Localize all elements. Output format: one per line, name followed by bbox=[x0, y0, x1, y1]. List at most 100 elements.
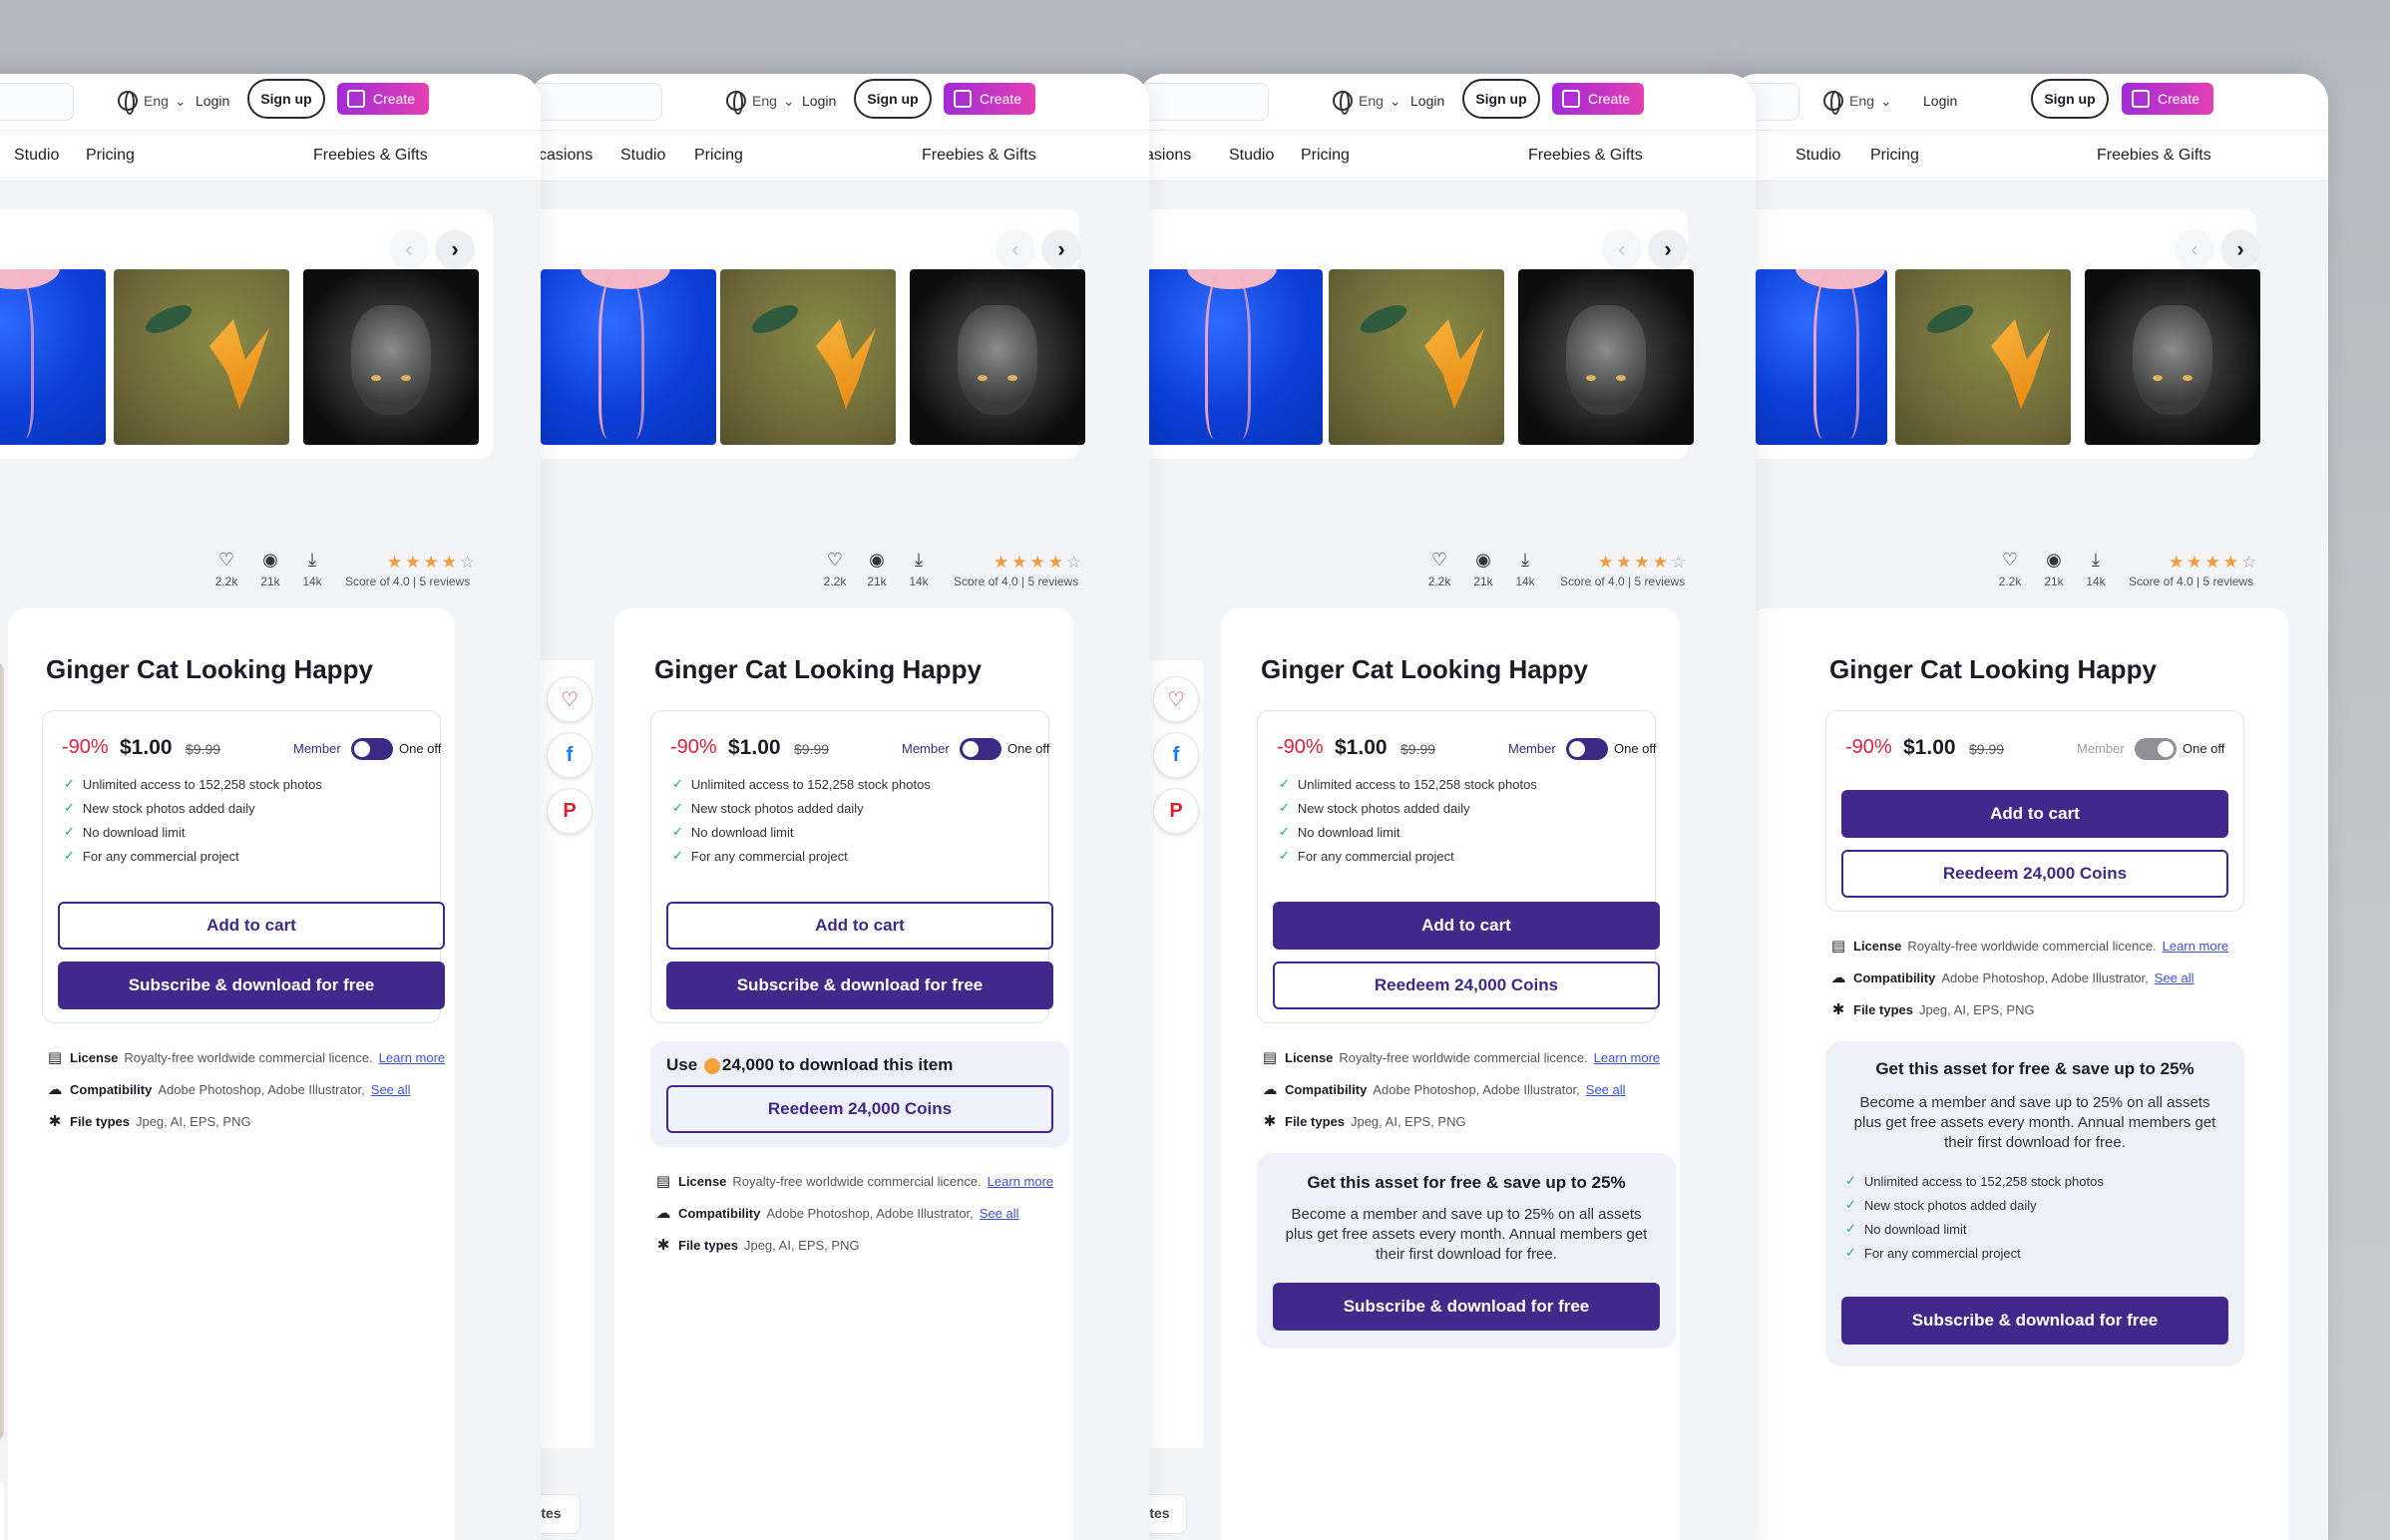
redeem-coins-button[interactable]: Reedeem 24,000 Coins bbox=[1841, 850, 2228, 898]
learn-more-link[interactable]: Learn more bbox=[1594, 1050, 1660, 1065]
add-to-cart-button[interactable]: Add to cart bbox=[1273, 902, 1660, 950]
thumbnail-jellyfish[interactable] bbox=[1756, 269, 1887, 445]
nav-studio[interactable]: Studio bbox=[1229, 147, 1274, 165]
heart-icon[interactable]: ♡ bbox=[824, 551, 846, 569]
download-icon[interactable]: ⤓ bbox=[2085, 551, 2107, 569]
nav-freebies[interactable]: Freebies & Gifts bbox=[2097, 147, 2211, 165]
nav-freebies[interactable]: Freebies & Gifts bbox=[922, 147, 1036, 165]
create-label: Create bbox=[373, 91, 416, 107]
gallery-next-button[interactable]: › bbox=[2220, 229, 2260, 269]
nav-studio[interactable]: Studio bbox=[1795, 147, 1840, 165]
nav-pricing[interactable]: Pricing bbox=[86, 147, 135, 165]
see-all-link[interactable]: See all bbox=[2155, 970, 2194, 985]
member-toggle[interactable] bbox=[960, 738, 1001, 760]
learn-more-link[interactable]: Learn more bbox=[988, 1174, 1053, 1189]
learn-more-link[interactable]: Learn more bbox=[2163, 939, 2228, 954]
create-button[interactable]: Create bbox=[1552, 83, 1644, 115]
create-button[interactable]: Create bbox=[337, 83, 429, 115]
thumbnail-hummingbird[interactable] bbox=[1329, 269, 1504, 445]
thumbnail-jellyfish[interactable] bbox=[0, 269, 106, 445]
language-selector[interactable]: Eng ⌄ bbox=[1823, 91, 1892, 115]
downloads-count: 14k bbox=[302, 575, 322, 588]
login-link[interactable]: Login bbox=[802, 93, 836, 109]
subscribe-button[interactable]: Subscribe & download for free bbox=[666, 962, 1053, 1009]
heart-icon[interactable]: ♡ bbox=[1153, 676, 1199, 722]
create-button[interactable]: Create bbox=[2122, 83, 2213, 115]
pinterest-icon[interactable]: P bbox=[1153, 788, 1199, 834]
discount-label: -90% bbox=[62, 736, 109, 758]
member-label: Member bbox=[2077, 741, 2125, 756]
check-icon: ✓ bbox=[672, 800, 683, 815]
gallery-next-button[interactable]: › bbox=[1041, 229, 1081, 269]
login-link[interactable]: Login bbox=[1410, 93, 1444, 109]
product-title: Ginger Cat Looking Happy bbox=[1829, 654, 2157, 684]
redeem-coins-button[interactable]: Reedeem 24,000 Coins bbox=[1273, 962, 1660, 1009]
license-row: ▤ License Royalty-free worldwide commercia… bbox=[1830, 938, 2229, 955]
puzzle-icon: ✱ bbox=[1263, 1113, 1277, 1130]
download-icon[interactable]: ⤓ bbox=[301, 551, 323, 569]
chevron-down-icon: ⌄ bbox=[174, 92, 187, 109]
gallery-prev-button[interactable]: ‹ bbox=[389, 229, 429, 269]
download-icon[interactable]: ⤓ bbox=[1514, 551, 1536, 569]
signup-button[interactable]: Sign up bbox=[854, 79, 932, 119]
add-to-cart-button[interactable]: Add to cart bbox=[666, 902, 1053, 950]
nav-pricing[interactable]: Pricing bbox=[1301, 147, 1350, 165]
learn-more-link[interactable]: Learn more bbox=[379, 1050, 445, 1065]
file-types-row: ✱ File types Jpeg, AI, EPS, PNG bbox=[1829, 1000, 2035, 1018]
language-selector[interactable]: Eng ⌄ bbox=[726, 91, 795, 115]
see-all-link[interactable]: See all bbox=[1586, 1082, 1626, 1097]
gallery-next-button[interactable]: › bbox=[435, 229, 475, 269]
thumbnail-hummingbird[interactable] bbox=[720, 269, 896, 445]
thumbnail-jellyfish[interactable] bbox=[541, 269, 716, 445]
search-input[interactable] bbox=[529, 83, 662, 121]
gallery-prev-button[interactable]: ‹ bbox=[1602, 229, 1642, 269]
nav-studio[interactable]: Studio bbox=[14, 147, 59, 165]
thumbnail-wolf[interactable] bbox=[2085, 269, 2260, 445]
heart-icon[interactable]: ♡ bbox=[1428, 551, 1450, 569]
subscribe-button[interactable]: Subscribe & download for free bbox=[58, 962, 445, 1009]
language-selector[interactable]: Eng ⌄ bbox=[1333, 91, 1401, 115]
signup-button[interactable]: Sign up bbox=[2031, 79, 2109, 119]
nav-freebies[interactable]: Freebies & Gifts bbox=[1528, 147, 1643, 165]
gallery-prev-button[interactable]: ‹ bbox=[2175, 229, 2214, 269]
heart-icon[interactable]: ♡ bbox=[1999, 551, 2021, 569]
thumbnail-jellyfish[interactable] bbox=[1147, 269, 1323, 445]
nav-pricing[interactable]: Pricing bbox=[694, 147, 743, 165]
login-link[interactable]: Login bbox=[196, 93, 229, 109]
pinterest-icon[interactable]: P bbox=[547, 788, 593, 834]
thumbnail-wolf[interactable] bbox=[910, 269, 1085, 445]
nav-occasions[interactable]: casions bbox=[539, 147, 593, 165]
login-link[interactable]: Login bbox=[1923, 93, 1957, 109]
thumbnail-wolf[interactable] bbox=[303, 269, 479, 445]
add-to-cart-button[interactable]: Add to cart bbox=[58, 902, 445, 950]
language-label: Eng bbox=[752, 93, 777, 109]
signup-button[interactable]: Sign up bbox=[1462, 79, 1540, 119]
nav-freebies[interactable]: Freebies & Gifts bbox=[313, 147, 428, 165]
search-input[interactable] bbox=[1137, 83, 1269, 121]
see-all-link[interactable]: See all bbox=[980, 1206, 1019, 1221]
facebook-icon[interactable]: f bbox=[1153, 732, 1199, 778]
download-icon[interactable]: ⤓ bbox=[908, 551, 930, 569]
search-input[interactable] bbox=[0, 83, 74, 121]
thumbnail-wolf[interactable] bbox=[1518, 269, 1694, 445]
gallery-prev-button[interactable]: ‹ bbox=[996, 229, 1035, 269]
see-all-link[interactable]: See all bbox=[371, 1082, 411, 1097]
heart-icon[interactable]: ♡ bbox=[547, 676, 593, 722]
redeem-coins-button[interactable]: Reedeem 24,000 Coins bbox=[666, 1085, 1053, 1133]
member-toggle[interactable] bbox=[1566, 738, 1608, 760]
thumbnail-hummingbird[interactable] bbox=[1895, 269, 2071, 445]
subscribe-button[interactable]: Subscribe & download for free bbox=[1273, 1283, 1660, 1331]
subscribe-button[interactable]: Subscribe & download for free bbox=[1841, 1297, 2228, 1345]
add-to-cart-button[interactable]: Add to cart bbox=[1841, 790, 2228, 838]
heart-icon[interactable]: ♡ bbox=[215, 551, 237, 569]
nav-studio[interactable]: Studio bbox=[620, 147, 665, 165]
thumbnail-hummingbird[interactable] bbox=[114, 269, 289, 445]
facebook-icon[interactable]: f bbox=[547, 732, 593, 778]
create-button[interactable]: Create bbox=[944, 83, 1035, 115]
gallery-next-button[interactable]: › bbox=[1648, 229, 1688, 269]
member-toggle[interactable] bbox=[2135, 738, 2177, 760]
nav-pricing[interactable]: Pricing bbox=[1870, 147, 1919, 165]
language-selector[interactable]: Eng ⌄ bbox=[118, 91, 187, 115]
member-toggle[interactable] bbox=[351, 738, 393, 760]
signup-button[interactable]: Sign up bbox=[247, 79, 325, 119]
